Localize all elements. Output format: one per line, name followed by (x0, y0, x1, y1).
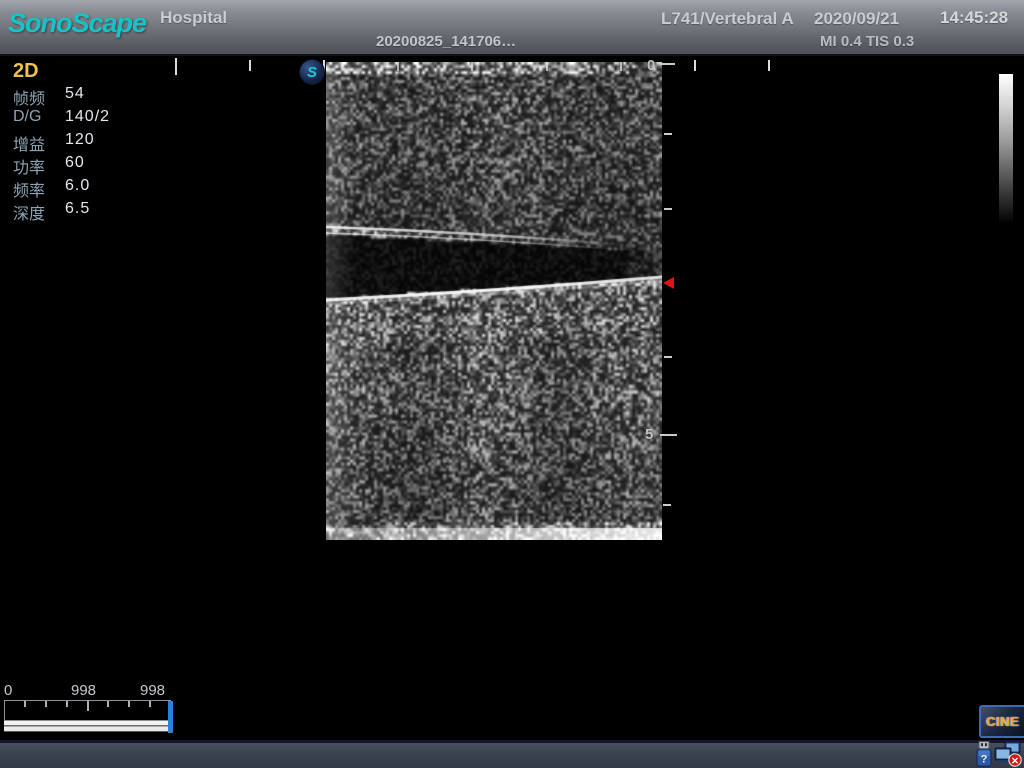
probe-preset: L741/Vertebral A (661, 9, 794, 29)
ruler-tick (694, 60, 696, 71)
cine-ruler-tick (128, 701, 130, 707)
cine-progress-track[interactable] (4, 721, 170, 732)
param-row-gain: 增益 120 (13, 131, 110, 154)
depth-tick (663, 504, 671, 506)
header-bar: SonoScape Hospital 20200825_141706… L741… (0, 0, 1024, 56)
depth-tick-major (660, 63, 675, 65)
cine-button[interactable]: CINE (979, 705, 1024, 738)
cine-ruler-tick (87, 701, 89, 711)
ultrasound-image (326, 62, 662, 540)
date-display: 2020/09/21 (814, 9, 899, 29)
cine-ruler-tick (149, 701, 151, 707)
sonoscape-badge-icon: S (299, 59, 325, 85)
param-row-frequency: 频率 6.0 (13, 177, 110, 200)
param-value: 6.0 (65, 177, 90, 200)
depth-label-5: 5 (645, 426, 653, 443)
cine-ruler-tick (107, 701, 109, 707)
usb-device-icon[interactable]: ? (975, 741, 993, 768)
grayscale-bar (999, 74, 1013, 224)
cine-start-label: 0 (4, 682, 12, 699)
param-row-dg: D/G 140/2 (13, 108, 110, 131)
depth-tick-major (660, 434, 677, 436)
ruler-tick (471, 62, 473, 71)
param-label: 深度 (13, 200, 65, 223)
ruler-tick (175, 58, 177, 75)
param-value: 120 (65, 131, 95, 154)
param-label: 增益 (13, 131, 65, 154)
param-value: 54 (65, 85, 85, 108)
param-row-power: 功率 60 (13, 154, 110, 177)
param-value: 140/2 (65, 108, 110, 131)
param-label: D/G (13, 108, 65, 131)
cine-ruler[interactable] (4, 700, 171, 721)
exam-id: 20200825_141706… (376, 33, 516, 50)
mode-label-2d: 2D (13, 60, 39, 83)
ruler-tick (546, 62, 548, 71)
svg-text:?: ? (981, 754, 988, 766)
parameter-panel: 帧频 54 D/G 140/2 增益 120 功率 60 频率 6.0 深度 6… (13, 85, 110, 223)
ruler-tick (620, 62, 622, 71)
mi-tis-readout: MI 0.4 TIS 0.3 (820, 33, 914, 50)
ruler-tick (249, 60, 251, 71)
cine-position-handle[interactable] (168, 701, 173, 733)
ruler-tick (397, 62, 399, 71)
param-row-framerate: 帧频 54 (13, 85, 110, 108)
cine-ruler-tick (24, 701, 26, 707)
cine-ruler-tick (66, 701, 68, 707)
hospital-name: Hospital (160, 8, 227, 28)
param-row-depth: 深度 6.5 (13, 200, 110, 223)
taskbar (0, 740, 1024, 768)
param-label: 帧频 (13, 85, 65, 108)
param-label: 频率 (13, 177, 65, 200)
cine-current-frame: 998 (71, 682, 96, 699)
cine-ruler-tick (45, 701, 47, 707)
depth-label-0: 0 (647, 57, 655, 74)
sonoscape-logo: SonoScape (8, 8, 146, 39)
svg-text:✕: ✕ (1011, 756, 1019, 767)
param-value: 6.5 (65, 200, 90, 223)
time-display: 14:45:28 (940, 8, 1008, 28)
depth-tick (664, 356, 672, 358)
network-disconnected-icon[interactable]: ✕ (994, 741, 1022, 768)
depth-tick (664, 133, 672, 135)
param-value: 60 (65, 154, 85, 177)
depth-tick (664, 208, 672, 210)
screen: SonoScape Hospital 20200825_141706… L741… (0, 0, 1024, 768)
param-label: 功率 (13, 154, 65, 177)
cine-total-frames: 998 (140, 682, 165, 699)
ruler-tick (768, 60, 770, 71)
focus-marker-icon (663, 277, 674, 289)
